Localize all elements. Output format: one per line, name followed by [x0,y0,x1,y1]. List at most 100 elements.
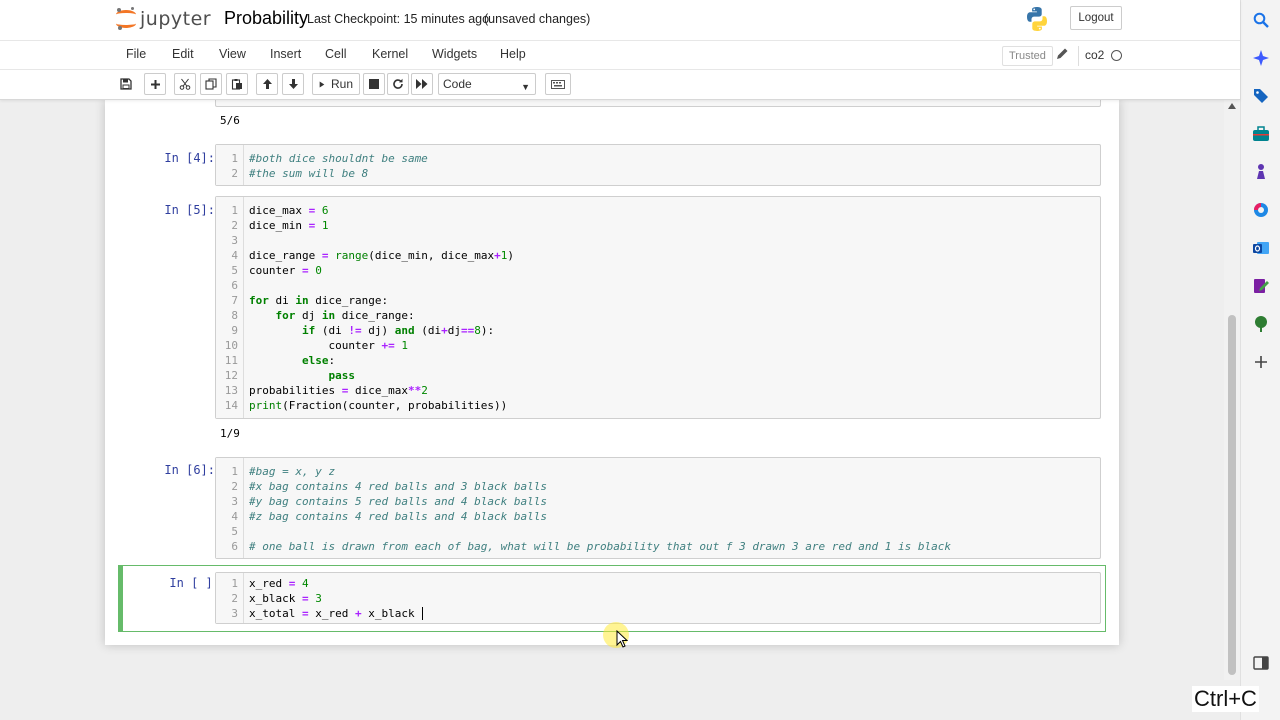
code-line: pass [328,369,355,382]
restart-run-all-button[interactable] [411,73,433,95]
restart-icon [393,78,403,89]
insert-cell-button[interactable] [144,73,166,95]
pencil-icon[interactable] [1056,47,1070,63]
kernel-name[interactable]: co2 [1078,46,1110,66]
menu-edit[interactable]: Edit [172,47,194,61]
cell-7-prompt: In [ ]: [169,576,220,590]
toolbar: Run Code ▼ [0,70,1240,100]
layout-icon[interactable] [1252,654,1270,672]
paste-button[interactable] [226,73,248,95]
cell-5-input[interactable]: 1 2 3 4 5 6 7 8 9 10 11 12 13 14 dice_ma… [215,196,1101,419]
search-icon[interactable] [1252,11,1270,29]
code-line: # one ball is drawn from each of bag, wh… [249,540,951,553]
code-line: for di in dice_range: [249,294,389,307]
stop-icon [369,79,379,89]
run-button[interactable]: Run [312,73,360,95]
menu-insert[interactable]: Insert [270,47,301,61]
shortcut-overlay: Ctrl+C [1192,686,1259,712]
notebook-header: jupyter Probability Last Checkpoint: 15 … [0,0,1240,100]
tree-icon[interactable] [1252,315,1270,333]
code-line: #both dice shouldnt be same [249,152,428,165]
text-cursor [422,607,423,620]
logout-button[interactable]: Logout [1070,6,1122,30]
cell-5-prompt: In [5]: [164,203,215,217]
menu-bar: File Edit View Insert Cell Kernel Widget… [0,40,1240,70]
sparkle-icon[interactable] [1252,49,1270,67]
code-line: if (di != dj) and (di+dj==8): [301,324,495,337]
plus-icon[interactable] [1252,353,1270,371]
arrow-up-icon [262,79,272,89]
move-down-button[interactable] [282,73,304,95]
toolbox-icon[interactable] [1252,125,1270,143]
copilot-icon[interactable] [1252,201,1270,219]
menu-view[interactable]: View [219,47,246,61]
restart-button[interactable] [387,73,409,95]
code-line: x_total = x_red + x_black [249,607,415,620]
menu-widgets[interactable]: Widgets [432,47,477,61]
cell-6-input[interactable]: 1 2 3 4 5 6 #bag = x, y z #x bag contain… [215,457,1101,559]
copy-icon [205,78,217,90]
edit-icon[interactable] [1252,277,1270,295]
code-line: for dj in dice_range: [275,309,415,322]
keyboard-icon [551,79,565,89]
title-row: jupyter Probability Last Checkpoint: 15 … [0,0,1240,40]
interrupt-button[interactable] [363,73,385,95]
tag-icon[interactable] [1252,87,1270,105]
chess-icon[interactable] [1252,163,1270,181]
code-line: #bag = x, y z [249,465,336,478]
browser-side-bar [1240,0,1280,720]
cell-7-input[interactable]: 1 2 3 x_red = 4 x_black = 3 x_total = x_… [215,572,1101,624]
cell-5-output: 1/9 [220,427,240,440]
autosave-status: (unsaved changes) [484,12,591,26]
notebook-page: 5/6 In [4]: 1 2 #both dice shouldnt be s… [105,100,1119,645]
code-line: dice_min = 1 [249,219,329,232]
code-line: #x bag contains 4 red balls and 3 black … [249,480,548,493]
plus-icon [150,79,160,89]
scrollbar[interactable] [1224,100,1240,680]
cell-type-value: Code [443,77,472,91]
code-line: probabilities = dice_max**2 [249,384,428,397]
menu-help[interactable]: Help [500,47,526,61]
code-line: counter = 0 [249,264,322,277]
notebook-name[interactable]: Probability [224,8,308,29]
cell-4-prompt: In [4]: [164,151,215,165]
cell-6-prompt: In [6]: [164,463,215,477]
save-button[interactable] [116,73,135,95]
cell-4-input[interactable]: 1 2 #both dice shouldnt be same #the sum… [215,144,1101,186]
fast-forward-icon [416,79,428,89]
code-line: counter += 1 [249,339,408,352]
previous-cell-input[interactable] [215,100,1101,107]
trusted-indicator[interactable]: Trusted [1002,46,1053,66]
paste-icon [231,79,242,90]
chevron-down-icon: ▼ [521,82,530,92]
kernel-idle-icon [1111,50,1122,61]
jupyter-logo[interactable]: jupyter [116,6,211,32]
cell-type-select[interactable]: Code ▼ [438,73,536,95]
outlook-icon[interactable] [1252,239,1270,257]
menu-file[interactable]: File [126,47,146,61]
checkpoint-status: Last Checkpoint: 15 minutes ago [307,12,490,26]
play-icon [319,81,325,87]
copy-button[interactable] [200,73,222,95]
code-line: print(Fraction(counter, probabilities)) [249,399,508,412]
code-line: x_red = 4 [249,577,309,590]
cut-button[interactable] [174,73,196,95]
mouse-pointer-icon [616,629,629,653]
run-label: Run [330,77,353,91]
scroll-thumb[interactable] [1228,315,1236,675]
arrow-down-icon [288,79,298,89]
previous-cell-output: 5/6 [220,114,240,127]
jupyter-mark-icon [116,7,136,30]
menu-kernel[interactable]: Kernel [372,47,408,61]
code-line: dice_range = range(dice_min, dice_max+1) [249,249,514,262]
code-line: else: [301,354,336,367]
code-line: x_black = 3 [249,592,322,605]
command-palette-button[interactable] [545,73,571,95]
scissors-icon [179,78,191,90]
move-up-button[interactable] [256,73,278,95]
logo-text: jupyter [140,8,212,30]
menu-cell[interactable]: Cell [325,47,347,61]
python-logo-icon [1024,6,1050,32]
code-line: #z bag contains 4 red balls and 4 black … [249,510,548,523]
code-line: dice_max = 6 [249,204,329,217]
